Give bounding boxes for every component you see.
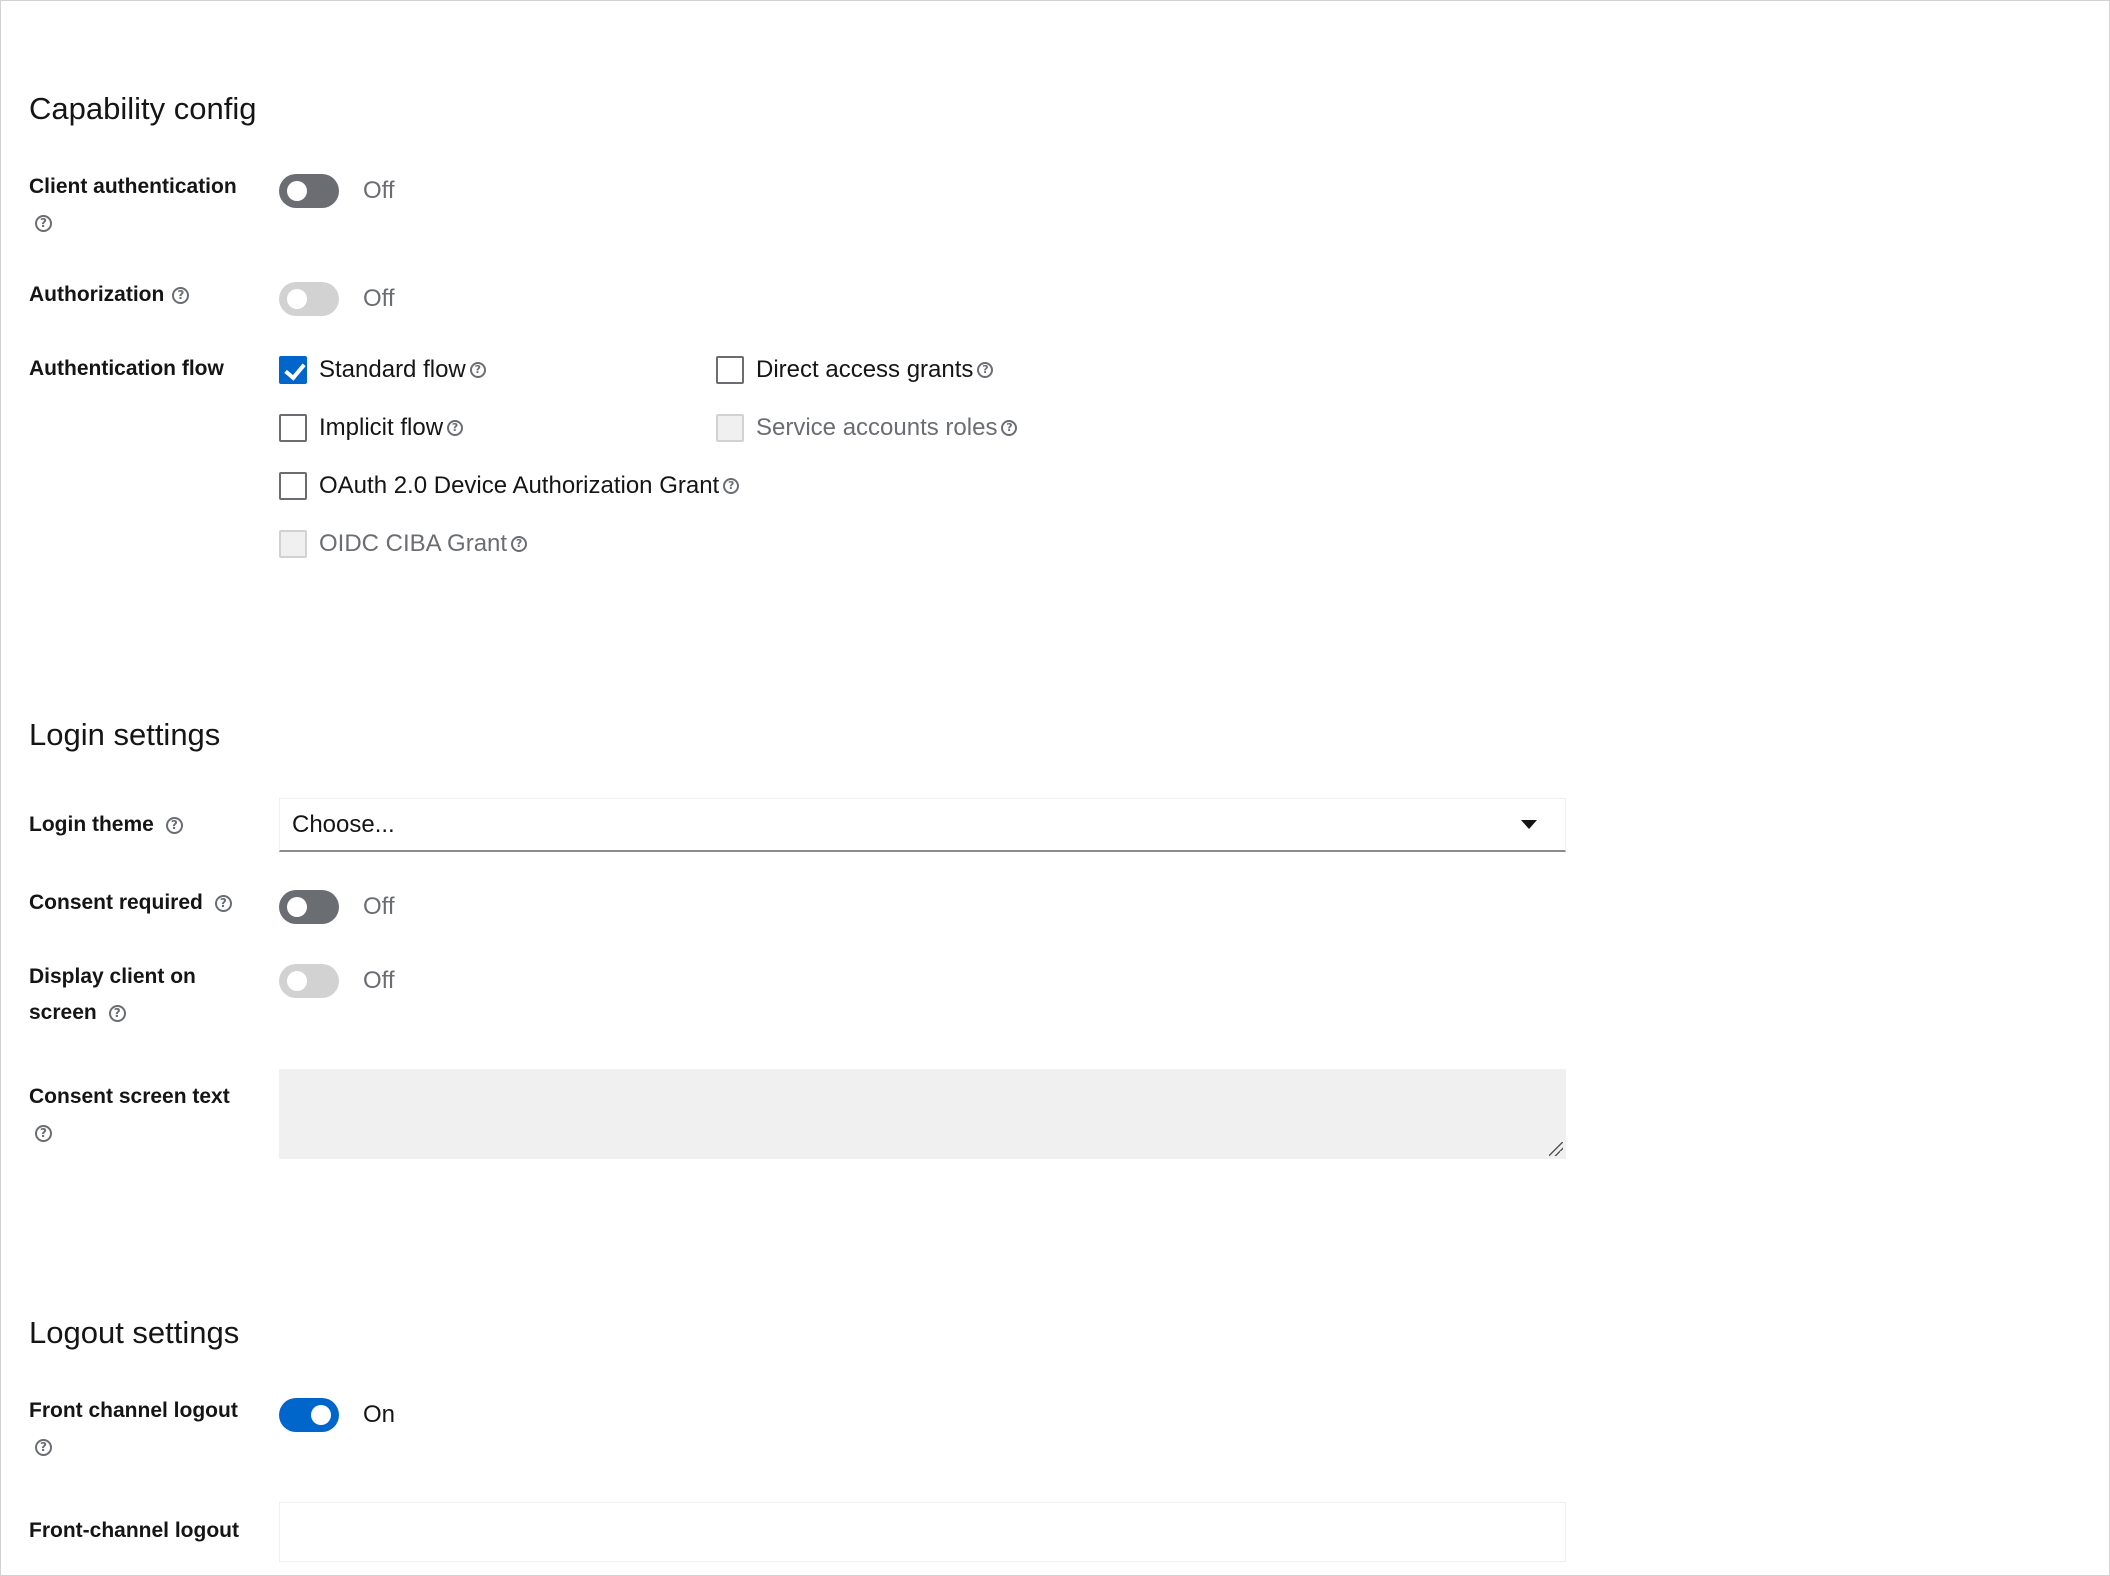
device-authorization-grant-option[interactable]: OAuth 2.0 Device Authorization Grant ? <box>279 472 740 500</box>
front-channel-logout-help-icon[interactable]: ? <box>35 1438 52 1456</box>
service-accounts-roles-option[interactable]: Service accounts roles ? <box>716 414 1018 442</box>
switch-knob <box>287 971 307 991</box>
consent-screen-text-help-icon[interactable]: ? <box>35 1124 52 1142</box>
front-channel-logout-url-input[interactable] <box>279 1502 1566 1562</box>
standard-flow-help-icon[interactable]: ? <box>469 362 486 378</box>
consent-screen-text-label: Consent screen text ? <box>29 1085 230 1142</box>
resize-grip-icon[interactable] <box>1549 1142 1563 1156</box>
consent-required-label: Consent required? <box>29 885 232 921</box>
service-accounts-roles-help-icon[interactable]: ? <box>1001 420 1018 436</box>
authorization-switch[interactable] <box>279 282 339 316</box>
direct-access-grants-checkbox[interactable] <box>716 356 744 384</box>
oidc-ciba-grant-option[interactable]: OIDC CIBA Grant ? <box>279 530 528 558</box>
front-channel-logout-state: On <box>363 1401 396 1428</box>
switch-knob <box>287 181 307 201</box>
front-channel-logout-label: Front channel logout ? <box>29 1399 238 1456</box>
authentication-flow-label: Authentication flow <box>29 357 224 380</box>
front-channel-logout-toggle[interactable]: On <box>279 1398 395 1432</box>
device-authorization-grant-help-icon[interactable]: ? <box>723 478 740 494</box>
direct-access-grants-label: Direct access grants <box>756 356 974 383</box>
caret-down-icon <box>1521 820 1537 829</box>
capability-config-title: Capability config <box>29 91 257 126</box>
client-settings-panel: Capability config Client authentication … <box>0 0 2110 1576</box>
implicit-flow-option[interactable]: Implicit flow ? <box>279 414 464 442</box>
display-client-switch[interactable] <box>279 964 339 998</box>
oidc-ciba-grant-checkbox[interactable] <box>279 530 307 558</box>
implicit-flow-help-icon[interactable]: ? <box>447 420 464 436</box>
client-authentication-state: Off <box>363 177 395 204</box>
login-theme-value: Choose... <box>292 810 395 838</box>
switch-knob <box>287 897 307 917</box>
front-channel-logout-switch[interactable] <box>279 1398 339 1432</box>
login-theme-select[interactable]: Choose... <box>279 798 1566 852</box>
implicit-flow-label: Implicit flow <box>319 414 444 441</box>
login-theme-label: Login theme? <box>29 807 183 843</box>
logout-settings-title: Logout settings <box>29 1315 240 1350</box>
consent-screen-text-textarea[interactable] <box>279 1069 1566 1159</box>
client-authentication-toggle[interactable]: Off <box>279 174 395 208</box>
implicit-flow-checkbox[interactable] <box>279 414 307 442</box>
standard-flow-option[interactable]: Standard flow ? <box>279 356 486 384</box>
consent-required-toggle[interactable]: Off <box>279 890 395 924</box>
authorization-toggle[interactable]: Off <box>279 282 395 316</box>
oidc-ciba-grant-label: OIDC CIBA Grant <box>319 530 508 557</box>
client-authentication-label: Client authentication ? <box>29 175 237 232</box>
standard-flow-checkbox[interactable] <box>279 356 307 384</box>
authorization-label: Authorization? <box>29 277 190 313</box>
service-accounts-roles-label: Service accounts roles <box>756 414 998 441</box>
display-client-toggle[interactable]: Off <box>279 964 395 998</box>
standard-flow-label: Standard flow <box>319 356 466 383</box>
oidc-ciba-grant-help-icon[interactable]: ? <box>511 536 528 552</box>
authorization-help-icon[interactable]: ? <box>172 286 190 304</box>
service-accounts-roles-checkbox[interactable] <box>716 414 744 442</box>
login-theme-help-icon[interactable]: ? <box>165 816 183 834</box>
direct-access-grants-help-icon[interactable]: ? <box>977 362 994 378</box>
client-authentication-switch[interactable] <box>279 174 339 208</box>
display-client-on-screen-label: Display client on screen? <box>29 965 196 1024</box>
front-channel-logout-url-label: Front-channel logout <box>29 1519 239 1542</box>
client-authentication-help-icon[interactable]: ? <box>35 214 52 232</box>
switch-knob <box>311 1405 331 1425</box>
device-authorization-grant-checkbox[interactable] <box>279 472 307 500</box>
authorization-state: Off <box>363 285 395 312</box>
direct-access-grants-option[interactable]: Direct access grants ? <box>716 356 994 384</box>
display-client-state: Off <box>363 967 395 994</box>
consent-required-help-icon[interactable]: ? <box>214 894 232 912</box>
consent-required-switch[interactable] <box>279 890 339 924</box>
device-authorization-grant-label: OAuth 2.0 Device Authorization Grant <box>319 472 720 499</box>
display-client-help-icon[interactable]: ? <box>108 1004 126 1022</box>
login-settings-title: Login settings <box>29 717 221 752</box>
consent-required-state: Off <box>363 893 395 920</box>
switch-knob <box>287 289 307 309</box>
